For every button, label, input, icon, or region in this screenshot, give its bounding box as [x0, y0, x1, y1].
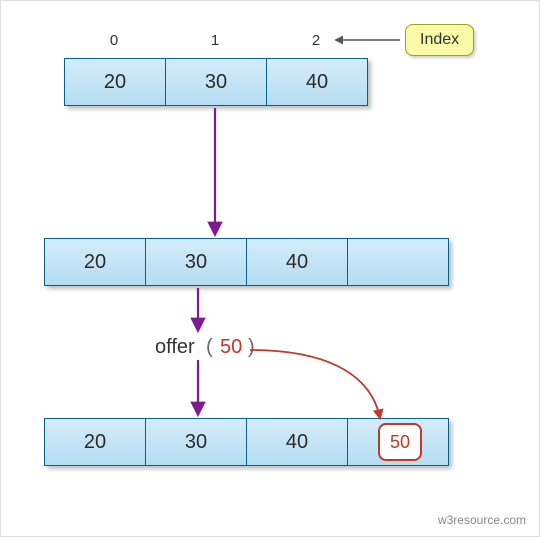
cell: 20: [44, 418, 145, 466]
cell: 30: [165, 58, 266, 106]
cell-empty: [347, 238, 449, 286]
watermark: w3resource.com: [438, 513, 526, 527]
index-callout: Index: [405, 24, 474, 56]
cell: 30: [145, 238, 246, 286]
array-top: 20 30 40: [64, 58, 368, 106]
paren-open: (: [206, 336, 213, 359]
index-label-0: 0: [64, 32, 164, 49]
cell: 40: [246, 238, 347, 286]
diagram-canvas: 0 1 2 Index 20 30 40 20 30 40 offer ( 50…: [0, 0, 540, 537]
index-label-1: 1: [165, 32, 265, 49]
array-mid: 20 30 40: [44, 238, 449, 286]
cell: 20: [44, 238, 145, 286]
cell: 40: [266, 58, 368, 106]
cell: 20: [64, 58, 165, 106]
cell: 30: [145, 418, 246, 466]
curved-arrow-new: [250, 350, 380, 418]
new-value-badge: 50: [378, 423, 422, 461]
offer-fn-label: offer: [155, 336, 195, 359]
index-label-2: 2: [266, 32, 366, 49]
offer-arg: 50: [220, 336, 242, 359]
paren-close: ): [248, 336, 255, 359]
cell: 40: [246, 418, 347, 466]
